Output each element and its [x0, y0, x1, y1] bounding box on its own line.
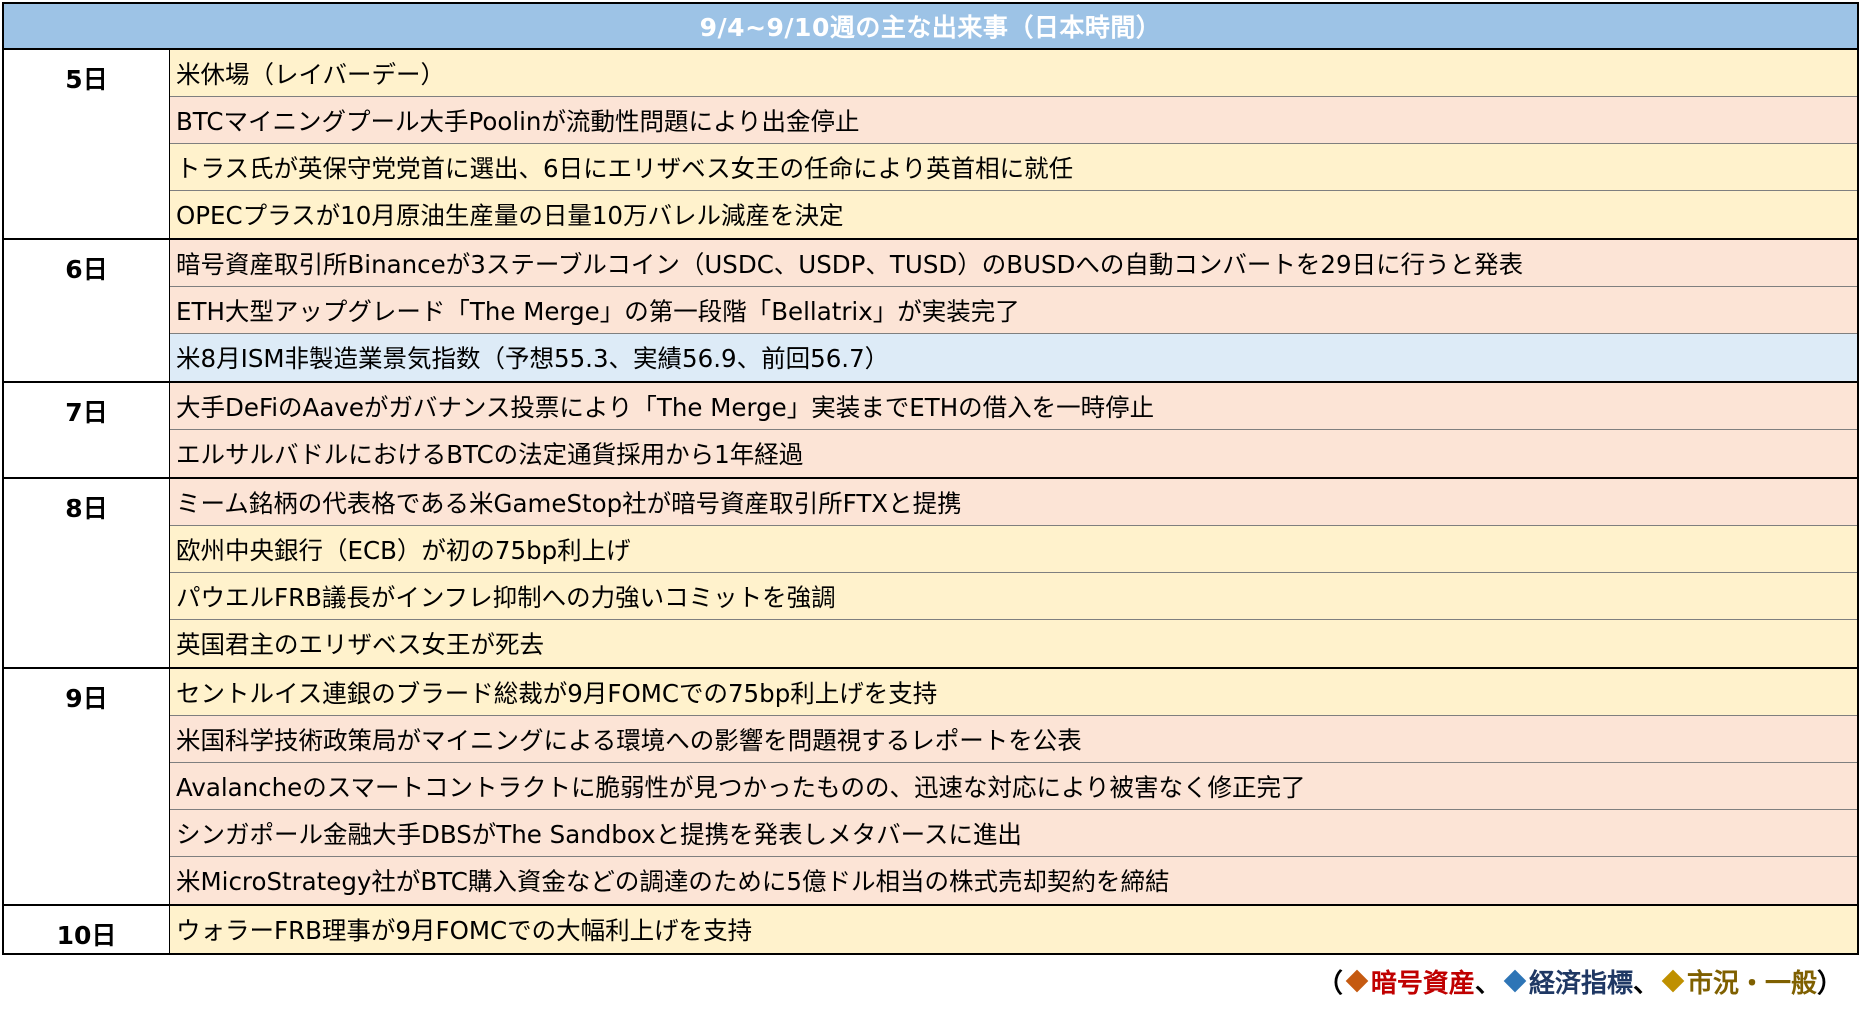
- event-row: 英国君主のエリザベス女王が死去: [170, 620, 1857, 667]
- day-label: 5日: [4, 50, 170, 238]
- event-row: 米休場（レイバーデー）: [170, 50, 1857, 97]
- day-group: 5日 米休場（レイバーデー） BTCマイニングプール大手Poolinが流動性問題によ…: [4, 50, 1857, 240]
- event-row: 暗号資産取引所Binanceが3ステーブルコイン（USDC、USDP、TUSD）…: [170, 240, 1857, 287]
- category-legend: （ 暗号資産 、 経済指標 、 市況・一般 ）: [1317, 963, 1843, 1000]
- day-label: 10日: [4, 906, 170, 953]
- event-list: セントルイス連銀のブラード総裁が9月FOMCでの75bp利上げを支持 米国科学技術…: [170, 669, 1857, 904]
- event-row: BTCマイニングプール大手Poolinが流動性問題により出金停止: [170, 97, 1857, 144]
- event-row: ウォラーFRB理事が9月FOMCでの大幅利上げを支持: [170, 906, 1857, 953]
- day-group: 8日 ミーム銘柄の代表格である米GameStop社が暗号資産取引所FTXと提携 欧州…: [4, 479, 1857, 669]
- economic-diamond-icon: [1503, 969, 1527, 992]
- event-list: 大手DeFiのAaveがガバナンス投票により「The Merge」実装までETH…: [170, 383, 1857, 477]
- event-list: ミーム銘柄の代表格である米GameStop社が暗号資産取引所FTXと提携 欧州中央…: [170, 479, 1857, 667]
- event-groups: 5日 米休場（レイバーデー） BTCマイニングプール大手Poolinが流動性問題によ…: [4, 50, 1857, 953]
- day-label: 9日: [4, 669, 170, 904]
- day-group: 7日 大手DeFiのAaveがガバナンス投票により「The Merge」実装までE…: [4, 383, 1857, 479]
- event-list: 暗号資産取引所Binanceが3ステーブルコイン（USDC、USDP、TUSD）…: [170, 240, 1857, 381]
- events-table: 9/4~9/10週の主な出来事（日本時間） 5日 米休場（レイバーデー） BTCマイ…: [2, 2, 1859, 955]
- event-row: シンガポール金融大手DBSがThe Sandboxと提携を発表しメタバースに進出: [170, 810, 1857, 857]
- event-row: 大手DeFiのAaveがガバナンス投票により「The Merge」実装までETH…: [170, 383, 1857, 430]
- crypto-diamond-icon: [1345, 969, 1369, 992]
- event-row: パウエルFRB議長がインフレ抑制への力強いコミットを強調: [170, 573, 1857, 620]
- event-row: エルサルバドルにおけるBTCの法定通貨採用から1年経過: [170, 430, 1857, 477]
- legend-crypto-label: 暗号資産: [1370, 969, 1475, 999]
- legend-close-paren: ）: [1816, 969, 1843, 999]
- event-list: ウォラーFRB理事が9月FOMCでの大幅利上げを支持: [170, 906, 1857, 953]
- event-row: 米8月ISM非製造業景気指数（予想55.3、実績56.9、前回56.7）: [170, 334, 1857, 381]
- day-group: 6日 暗号資産取引所Binanceが3ステーブルコイン（USDC、USDP、TUS…: [4, 240, 1857, 383]
- legend-open-paren: （: [1316, 969, 1343, 999]
- legend-general-label: 市況・一般: [1686, 969, 1817, 999]
- day-label: 8日: [4, 479, 170, 667]
- event-row: 米MicroStrategy社がBTC購入資金などの調達のために5億ドル相当の株…: [170, 857, 1857, 904]
- day-group: 10日 ウォラーFRB理事が9月FOMCでの大幅利上げを支持: [4, 906, 1857, 953]
- event-list: 米休場（レイバーデー） BTCマイニングプール大手Poolinが流動性問題により出…: [170, 50, 1857, 238]
- event-row: 米国科学技術政策局がマイニングによる環境への影響を問題視するレポートを公表: [170, 716, 1857, 763]
- event-row: ETH大型アップグレード「The Merge」の第一段階「Bellatrix」が…: [170, 287, 1857, 334]
- event-row: ミーム銘柄の代表格である米GameStop社が暗号資産取引所FTXと提携: [170, 479, 1857, 526]
- general-diamond-icon: [1661, 969, 1685, 992]
- day-label: 6日: [4, 240, 170, 381]
- legend-separator: 、: [1474, 969, 1501, 999]
- event-row: 欧州中央銀行（ECB）が初の75bp利上げ: [170, 526, 1857, 573]
- legend-economic-label: 経済指標: [1528, 969, 1633, 999]
- day-group: 9日 セントルイス連銀のブラード総裁が9月FOMCでの75bp利上げを支持 米国科学…: [4, 669, 1857, 906]
- event-row: Avalancheのスマートコントラクトに脆弱性が見つかったものの、迅速な対応に…: [170, 763, 1857, 810]
- event-row: トラス氏が英保守党党首に選出、6日にエリザベス女王の任命により英首相に就任: [170, 144, 1857, 191]
- legend-separator: 、: [1632, 969, 1659, 999]
- table-title: 9/4~9/10週の主な出来事（日本時間）: [4, 4, 1857, 50]
- day-label: 7日: [4, 383, 170, 477]
- event-row: セントルイス連銀のブラード総裁が9月FOMCでの75bp利上げを支持: [170, 669, 1857, 716]
- event-row: OPECプラスが10月原油生産量の日量10万バレル減産を決定: [170, 191, 1857, 238]
